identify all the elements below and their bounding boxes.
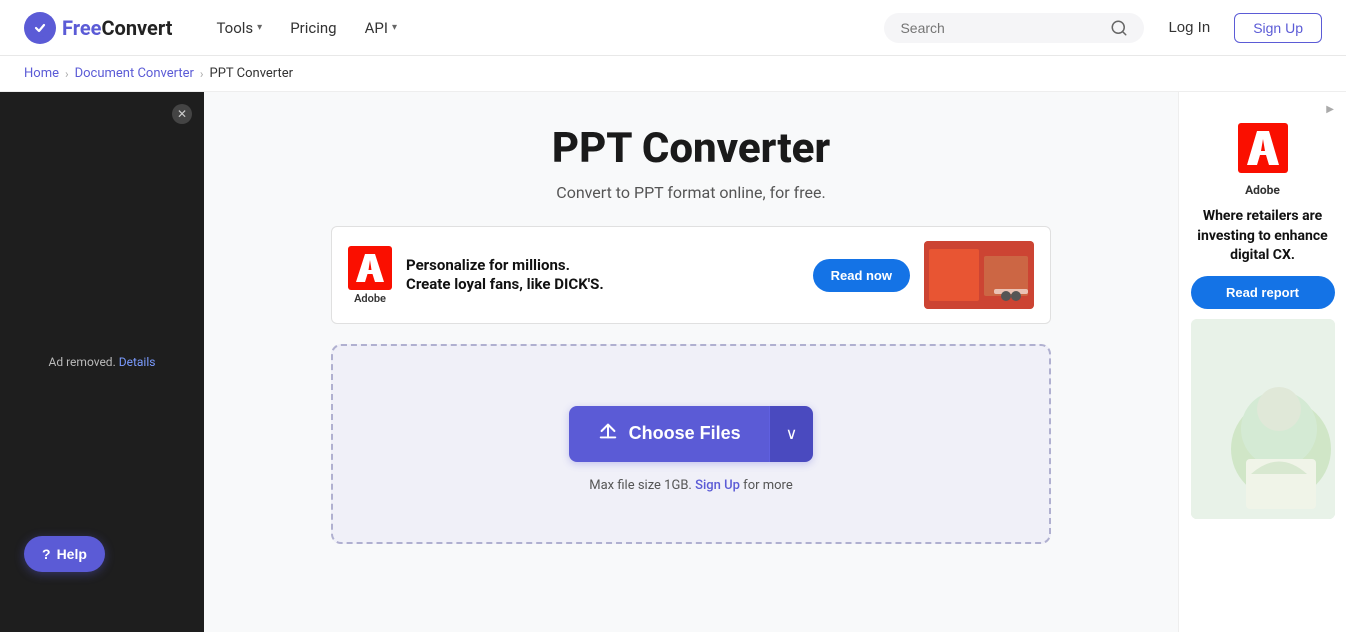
ad-banner-image <box>924 241 1034 309</box>
right-ad-image <box>1191 319 1335 519</box>
right-ad-adobe-logo-icon <box>1238 123 1288 173</box>
ad-banner: Adobe Personalize for millions. Create l… <box>331 226 1051 324</box>
adobe-logo-icon <box>348 246 392 290</box>
search-input[interactable] <box>900 20 1102 36</box>
close-icon[interactable]: ✕ <box>172 104 192 124</box>
search-box <box>884 13 1144 43</box>
chevron-down-icon: ▾ <box>392 22 397 33</box>
right-ad-content: Adobe Where retailers are investing to e… <box>1191 123 1335 519</box>
details-link[interactable]: Details <box>119 355 156 369</box>
header: FreeConvert Tools ▾ Pricing API ▾ Log In… <box>0 0 1346 56</box>
ad-read-now-button[interactable]: Read now <box>813 259 910 292</box>
breadcrumb-document-converter[interactable]: Document Converter <box>75 66 194 81</box>
breadcrumb-separator: › <box>65 67 69 81</box>
nav: Tools ▾ Pricing API ▾ <box>204 11 409 45</box>
search-area: Log In Sign Up <box>884 13 1322 43</box>
signup-button[interactable]: Sign Up <box>1234 13 1322 43</box>
page-subtitle: Convert to PPT format online, for free. <box>556 183 825 202</box>
file-dropzone[interactable]: Choose Files ∨ Max file size 1GB. Sign U… <box>331 344 1051 544</box>
login-button[interactable]: Log In <box>1156 13 1222 42</box>
breadcrumb: Home › Document Converter › PPT Converte… <box>0 56 1346 92</box>
right-ad-cta-button[interactable]: Read report <box>1191 276 1335 309</box>
nav-api[interactable]: API ▾ <box>353 11 409 45</box>
auth-buttons: Log In Sign Up <box>1156 13 1322 43</box>
adobe-logo: Adobe <box>348 246 392 305</box>
upload-icon <box>597 420 619 448</box>
ad-marker: ▶ <box>1326 104 1334 115</box>
nav-pricing[interactable]: Pricing <box>278 11 348 45</box>
right-ad-adobe-label: Adobe <box>1245 183 1280 197</box>
logo[interactable]: FreeConvert <box>24 12 172 44</box>
search-icon <box>1110 19 1128 37</box>
breadcrumb-separator: › <box>200 67 204 81</box>
nav-tools[interactable]: Tools ▾ <box>204 11 274 45</box>
chevron-down-icon: ∨ <box>786 424 798 444</box>
adobe-label: Adobe <box>354 292 386 305</box>
dropzone-hint: Max file size 1GB. Sign Up for more <box>589 478 792 493</box>
question-icon: ? <box>42 546 51 562</box>
right-ad-headline: Where retailers are investing to enhance… <box>1191 207 1335 266</box>
chevron-down-icon: ▾ <box>257 22 262 33</box>
breadcrumb-home[interactable]: Home <box>24 66 59 81</box>
help-button[interactable]: ? Help <box>24 536 105 572</box>
choose-files-button-group: Choose Files ∨ <box>569 406 814 462</box>
ad-headline: Personalize for millions. Create loyal f… <box>406 256 799 295</box>
sign-up-link[interactable]: Sign Up <box>695 478 740 493</box>
logo-icon <box>24 12 56 44</box>
choose-files-dropdown-button[interactable]: ∨ <box>769 406 814 462</box>
page-title: PPT Converter <box>552 124 830 173</box>
choose-files-button[interactable]: Choose Files <box>569 406 769 462</box>
ad-removed-label: Ad removed. Details <box>41 347 164 377</box>
search-icon-button[interactable] <box>1110 19 1128 37</box>
ad-text: Personalize for millions. Create loyal f… <box>406 256 799 295</box>
right-sidebar-ad: ▶ Adobe Where retailers are investing to… <box>1178 92 1346 632</box>
logo-text: FreeConvert <box>62 16 172 40</box>
main-layout: ✕ Ad removed. Details PPT Converter Conv… <box>0 92 1346 632</box>
center-content: PPT Converter Convert to PPT format onli… <box>204 92 1178 632</box>
breadcrumb-current: PPT Converter <box>210 66 294 81</box>
